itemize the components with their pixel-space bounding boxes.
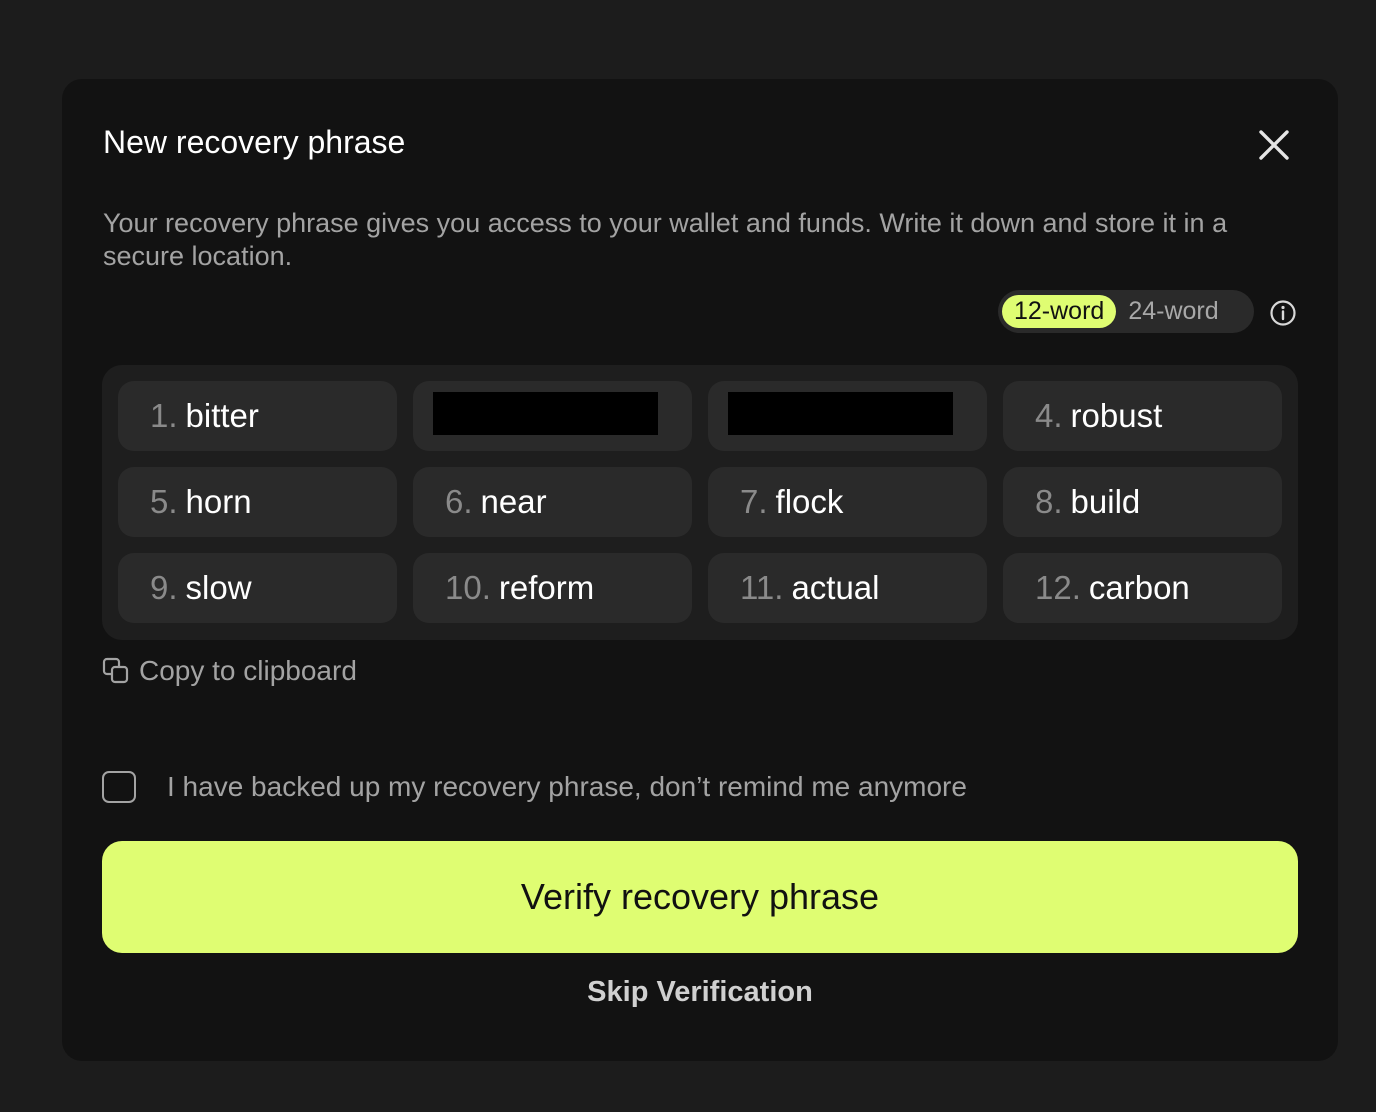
word-number: 9.	[150, 569, 178, 606]
toggle-12-word[interactable]: 12-word	[1002, 295, 1117, 328]
recovery-word-tile: 5. horn	[118, 467, 397, 537]
word-number: 12.	[1035, 569, 1081, 606]
word-text: actual	[791, 569, 880, 606]
word-text: slow	[185, 569, 252, 606]
word-text: build	[1070, 483, 1141, 520]
recovery-word-tile: 7. flock	[708, 467, 987, 537]
recovery-word-tile: 8. build	[1003, 467, 1282, 537]
recovery-word-tile: 4. robust	[1003, 381, 1282, 451]
backup-checkbox[interactable]	[102, 771, 136, 803]
recovery-word-tile: 11. actual	[708, 553, 987, 623]
recovery-word-tile	[413, 381, 692, 451]
word-text: horn	[185, 483, 252, 520]
word-number: 11.	[740, 569, 784, 606]
recovery-word-tile: 1. bitter	[118, 381, 397, 451]
redacted-word	[433, 392, 658, 435]
word-number: 10.	[445, 569, 491, 606]
recovery-word-tile: 12. carbon	[1003, 553, 1282, 623]
word-text: carbon	[1088, 569, 1190, 606]
word-number: 7.	[740, 483, 768, 520]
word-number: 8.	[1035, 483, 1063, 520]
info-icon	[1270, 300, 1296, 326]
recovery-word-tile: 9. slow	[118, 553, 397, 623]
word-text: flock	[775, 483, 844, 520]
modal-description: Your recovery phrase gives you access to…	[103, 208, 1228, 271]
word-number: 5.	[150, 483, 178, 520]
backup-confirmation-row: I have backed up my recovery phrase, don…	[102, 771, 967, 803]
recovery-word-grid: 1. bitter 4. robust 5. horn 6. near 7. flock 8. bui…	[102, 365, 1298, 640]
verify-recovery-phrase-button[interactable]: Verify recovery phrase	[102, 841, 1298, 953]
recovery-word-tile	[708, 381, 987, 451]
copy-icon	[102, 657, 129, 684]
copy-label: Copy to clipboard	[139, 655, 357, 686]
recovery-phrase-modal: New recovery phrase Your recovery phrase…	[62, 79, 1338, 1061]
word-text: bitter	[185, 397, 259, 434]
word-text: near	[480, 483, 547, 520]
word-number: 4.	[1035, 397, 1063, 434]
close-button[interactable]	[1254, 125, 1294, 165]
skip-verification-link[interactable]: Skip Verification	[62, 976, 1338, 1009]
copy-to-clipboard-button[interactable]: Copy to clipboard	[102, 655, 357, 687]
word-text: reform	[498, 569, 595, 606]
recovery-word-tile: 6. near	[413, 467, 692, 537]
word-text: robust	[1070, 397, 1163, 434]
close-icon	[1259, 130, 1289, 160]
recovery-word-tile: 10. reform	[413, 553, 692, 623]
redacted-word	[728, 392, 953, 435]
word-count-toggle: 12-word 24-word	[998, 290, 1254, 333]
word-number: 1.	[150, 397, 178, 434]
info-button[interactable]	[1269, 299, 1297, 327]
word-number: 6.	[445, 483, 473, 520]
toggle-24-word[interactable]: 24-word	[1116, 295, 1230, 328]
modal-title: New recovery phrase	[103, 124, 406, 160]
backup-checkbox-label: I have backed up my recovery phrase, don…	[167, 771, 967, 802]
